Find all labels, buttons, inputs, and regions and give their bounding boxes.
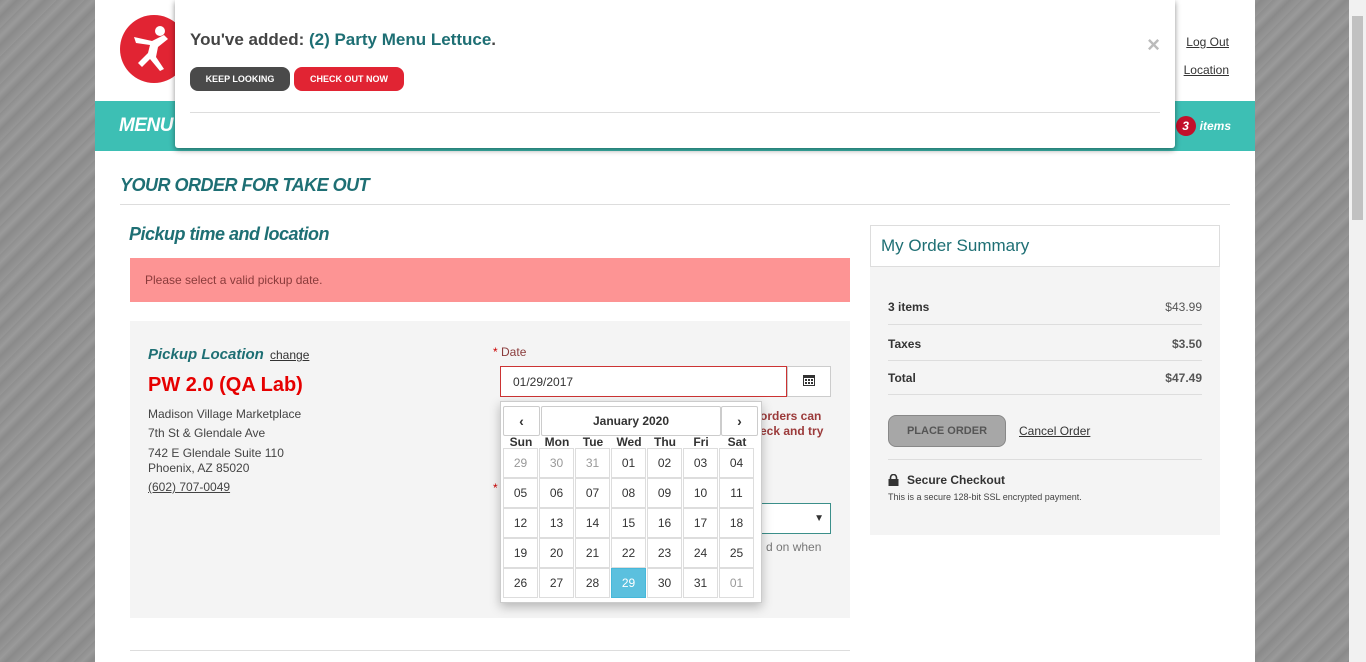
summary-row: 3 items $43.99 — [888, 300, 1202, 314]
secure-checkout-title: Secure Checkout — [888, 473, 1005, 487]
address-line: Phoenix, AZ 85020 — [148, 461, 250, 475]
time-required-marker: * — [493, 481, 498, 495]
place-order-button[interactable]: PLACE ORDER — [888, 415, 1006, 447]
calendar-day[interactable]: 26 — [503, 568, 538, 598]
calendar-day[interactable]: 18 — [719, 508, 754, 538]
month-title[interactable]: January 2020 — [541, 406, 721, 436]
top-links: Log Out Location — [1184, 28, 1229, 84]
divider — [190, 112, 1160, 113]
time-note: d on when — [766, 540, 822, 554]
calendar-day[interactable]: 08 — [611, 478, 646, 508]
cart-count-badge: 3 — [1175, 116, 1196, 136]
cancel-order-link[interactable]: Cancel Order — [1019, 424, 1090, 438]
calendar-icon — [803, 375, 815, 386]
divider — [120, 204, 1230, 205]
weekday-header: Tue — [582, 435, 604, 449]
summary-row: Total $47.49 — [888, 371, 1202, 385]
divider — [130, 650, 850, 651]
calendar-button[interactable] — [787, 366, 831, 397]
calendar-day[interactable]: 01 — [719, 568, 754, 598]
weekday-header: Sat — [727, 435, 747, 449]
keep-looking-button[interactable]: KEEP LOOKING — [190, 67, 290, 91]
calendar-day[interactable]: 23 — [647, 538, 682, 568]
weekday-header: Fri — [693, 435, 709, 449]
store-name: PW 2.0 (QA Lab) — [148, 374, 303, 396]
calendar-day[interactable]: 30 — [647, 568, 682, 598]
secure-checkout-text: This is a secure 128-bit SSL encrypted p… — [888, 492, 1082, 502]
cart-label: items — [1199, 119, 1231, 133]
calendar-day[interactable]: 27 — [539, 568, 574, 598]
calendar-day[interactable]: 29 — [503, 448, 538, 478]
order-summary: My Order Summary 3 items $43.99 Taxes $3.5… — [870, 225, 1220, 535]
calendar-day[interactable]: 16 — [647, 508, 682, 538]
date-warning: orders can eck and try — [760, 409, 824, 438]
calendar-day[interactable]: 20 — [539, 538, 574, 568]
calendar-day[interactable]: 24 — [683, 538, 718, 568]
calendar-day[interactable]: 31 — [683, 568, 718, 598]
pickup-section-title: Pickup time and location — [129, 224, 330, 244]
calendar-day[interactable]: 09 — [647, 478, 682, 508]
weekday-header: Sun — [509, 435, 533, 449]
date-label: * Date — [493, 345, 527, 359]
calendar-day[interactable]: 07 — [575, 478, 610, 508]
calendar-day[interactable]: 12 — [503, 508, 538, 538]
calendar-day[interactable]: 28 — [575, 568, 610, 598]
calendar-day[interactable]: 15 — [611, 508, 646, 538]
phone-link[interactable]: (602) 707-0049 — [148, 480, 230, 494]
weekday-header: Wed — [616, 435, 642, 449]
datepicker: ‹ January 2020 › Sun Mon Tue Wed Thu Fri Sat 29… — [500, 401, 762, 603]
address-line: 742 E Glendale Suite 110 — [148, 446, 284, 460]
check-out-now-button[interactable]: CHECK OUT NOW — [294, 67, 404, 91]
calendar-day[interactable]: 01 — [611, 448, 646, 478]
added-message: You've added: (2) Party Menu Lettuce. — [190, 30, 497, 49]
change-location-link[interactable]: Location — [1184, 63, 1229, 77]
calendar-day[interactable]: 14 — [575, 508, 610, 538]
divider — [888, 394, 1202, 395]
cart-button[interactable]: 3 items — [1175, 116, 1231, 136]
added-to-cart-modal: You've added: (2) Party Menu Lettuce. KE… — [175, 0, 1175, 148]
calendar-day[interactable]: 04 — [719, 448, 754, 478]
divider — [888, 324, 1202, 325]
calendar-day[interactable]: 19 — [503, 538, 538, 568]
divider — [888, 360, 1202, 361]
menu-nav-label[interactable]: MENU — [119, 115, 173, 137]
calendar-day[interactable]: 02 — [647, 448, 682, 478]
caret-down-icon: ▼ — [814, 513, 824, 524]
weekday-header: Mon — [544, 435, 570, 449]
change-location-button[interactable]: change — [270, 348, 309, 362]
calendar-day[interactable]: 29 — [611, 568, 646, 598]
calendar-day[interactable]: 06 — [539, 478, 574, 508]
page-title: YOUR ORDER FOR TAKE OUT — [120, 175, 370, 195]
prev-month-button[interactable]: ‹ — [503, 406, 540, 436]
calendar-day[interactable]: 13 — [539, 508, 574, 538]
calendar-day[interactable]: 03 — [683, 448, 718, 478]
calendar-day[interactable]: 31 — [575, 448, 610, 478]
summary-title: My Order Summary — [870, 225, 1220, 267]
calendar-day[interactable]: 10 — [683, 478, 718, 508]
calendar-day[interactable]: 21 — [575, 538, 610, 568]
calendar-day[interactable]: 22 — [611, 538, 646, 568]
date-input[interactable]: 01/29/2017 — [500, 366, 787, 397]
error-alert: Please select a valid pickup date. — [130, 258, 850, 302]
scrollbar[interactable] — [1349, 0, 1366, 662]
weekday-header: Thu — [654, 435, 676, 449]
calendar-day[interactable]: 11 — [719, 478, 754, 508]
summary-row: Taxes $3.50 — [888, 337, 1202, 351]
calendar-day[interactable]: 05 — [503, 478, 538, 508]
calendar-day[interactable]: 30 — [539, 448, 574, 478]
close-icon[interactable]: × — [1147, 32, 1160, 58]
next-month-button[interactable]: › — [721, 406, 758, 436]
scrollbar-thumb[interactable] — [1352, 16, 1363, 220]
address-line: Madison Village Marketplace — [148, 407, 302, 421]
lock-icon — [888, 474, 899, 486]
runner-icon — [134, 26, 168, 71]
address-line: 7th St & Glendale Ave — [148, 426, 266, 440]
logout-link[interactable]: Log Out — [1186, 35, 1229, 49]
calendar-day[interactable]: 25 — [719, 538, 754, 568]
calendar-day[interactable]: 17 — [683, 508, 718, 538]
pickup-location-label: Pickup Location — [148, 346, 264, 363]
divider — [888, 459, 1202, 460]
